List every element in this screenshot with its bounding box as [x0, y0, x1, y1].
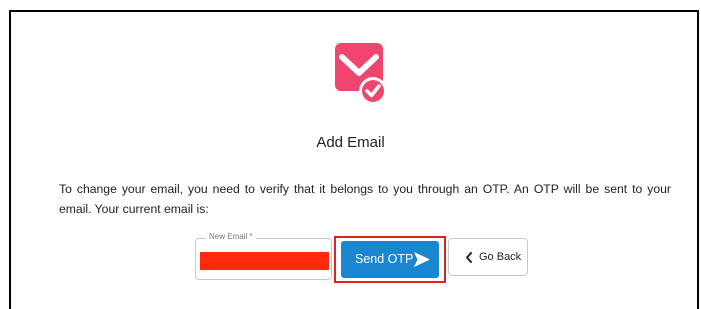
send-arrow-icon — [414, 252, 430, 267]
go-back-button[interactable]: Go Back — [448, 238, 528, 276]
new-email-field[interactable]: New Email * — [195, 232, 332, 280]
dialog-description: To change your email, you need to verify… — [59, 182, 671, 216]
dialog-title: Add Email — [316, 134, 385, 151]
new-email-input[interactable] — [200, 252, 329, 270]
go-back-label: Go Back — [479, 251, 522, 263]
send-otp-label: Send OTP — [355, 252, 414, 266]
new-email-label: New Email * — [206, 232, 256, 241]
chevron-left-icon — [466, 252, 472, 263]
email-check-icon — [335, 43, 387, 105]
send-otp-button[interactable]: Send OTP — [341, 241, 439, 278]
send-otp-highlight: Send OTP — [334, 236, 446, 283]
